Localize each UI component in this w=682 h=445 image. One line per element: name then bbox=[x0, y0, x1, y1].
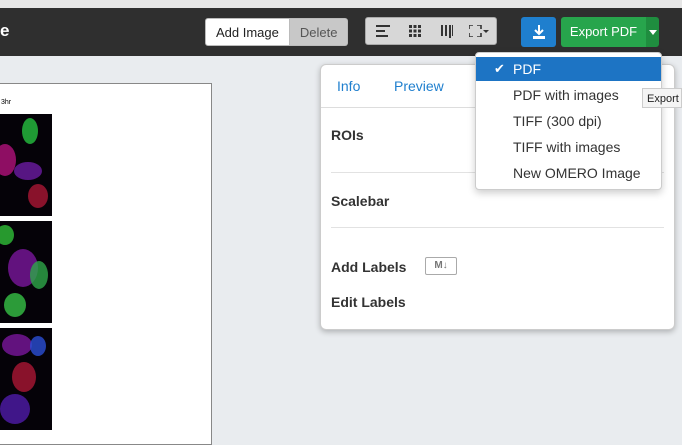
layout-tools bbox=[365, 17, 497, 45]
menu-item-tiff-with-images[interactable]: TIFF with images bbox=[476, 135, 661, 159]
scalebar-heading: Scalebar bbox=[331, 193, 390, 209]
image-actions: Add Image Delete bbox=[205, 18, 349, 46]
align-left-icon[interactable] bbox=[370, 18, 396, 44]
export-pdf-button[interactable]: Export PDF bbox=[561, 17, 646, 47]
checkmark-icon: ✔ bbox=[494, 61, 505, 76]
image-panel[interactable] bbox=[0, 221, 52, 323]
download-icon bbox=[532, 25, 545, 39]
caret-down-icon bbox=[648, 29, 657, 35]
add-image-button[interactable]: Add Image bbox=[205, 18, 290, 46]
tab-preview[interactable]: Preview bbox=[394, 78, 444, 94]
export-tooltip: Export bbox=[642, 88, 682, 108]
export-menu: ✔ PDF PDF with images TIFF (300 dpi) TIF… bbox=[475, 52, 662, 190]
menu-item-label: TIFF with images bbox=[513, 139, 621, 155]
rois-heading: ROIs bbox=[331, 127, 364, 143]
markdown-icon[interactable]: M↓ bbox=[425, 257, 457, 275]
delete-button[interactable]: Delete bbox=[289, 18, 349, 46]
grid-icon[interactable] bbox=[402, 18, 428, 44]
add-labels-heading: Add Labels M↓ bbox=[331, 257, 457, 275]
menu-item-label: PDF bbox=[513, 61, 541, 77]
export-dropdown-toggle[interactable] bbox=[646, 17, 659, 47]
panel-label: 3hr bbox=[1, 99, 12, 106]
edit-labels-heading: Edit Labels bbox=[331, 294, 406, 310]
columns-icon[interactable] bbox=[434, 18, 460, 44]
download-button[interactable] bbox=[521, 17, 556, 47]
menu-item-label: TIFF (300 dpi) bbox=[513, 113, 602, 129]
figure-canvas[interactable]: 3hr bbox=[0, 83, 212, 445]
tab-info[interactable]: Info bbox=[337, 78, 360, 94]
add-labels-label: Add Labels bbox=[331, 259, 407, 275]
menu-item-pdf[interactable]: ✔ PDF bbox=[476, 57, 661, 81]
menu-item-tiff[interactable]: TIFF (300 dpi) bbox=[476, 109, 661, 133]
menu-item-label: New OMERO Image bbox=[513, 165, 641, 181]
menu-item-pdf-with-images[interactable]: PDF with images bbox=[476, 83, 661, 107]
window-titlebar bbox=[0, 0, 682, 8]
expand-icon[interactable] bbox=[466, 18, 492, 44]
section-divider bbox=[331, 227, 664, 228]
menu-item-new-omero-image[interactable]: New OMERO Image bbox=[476, 161, 661, 185]
image-panel[interactable] bbox=[0, 114, 52, 216]
menu-item-label: PDF with images bbox=[513, 87, 619, 103]
app-title: e bbox=[0, 21, 10, 40]
image-panel[interactable] bbox=[0, 328, 52, 430]
